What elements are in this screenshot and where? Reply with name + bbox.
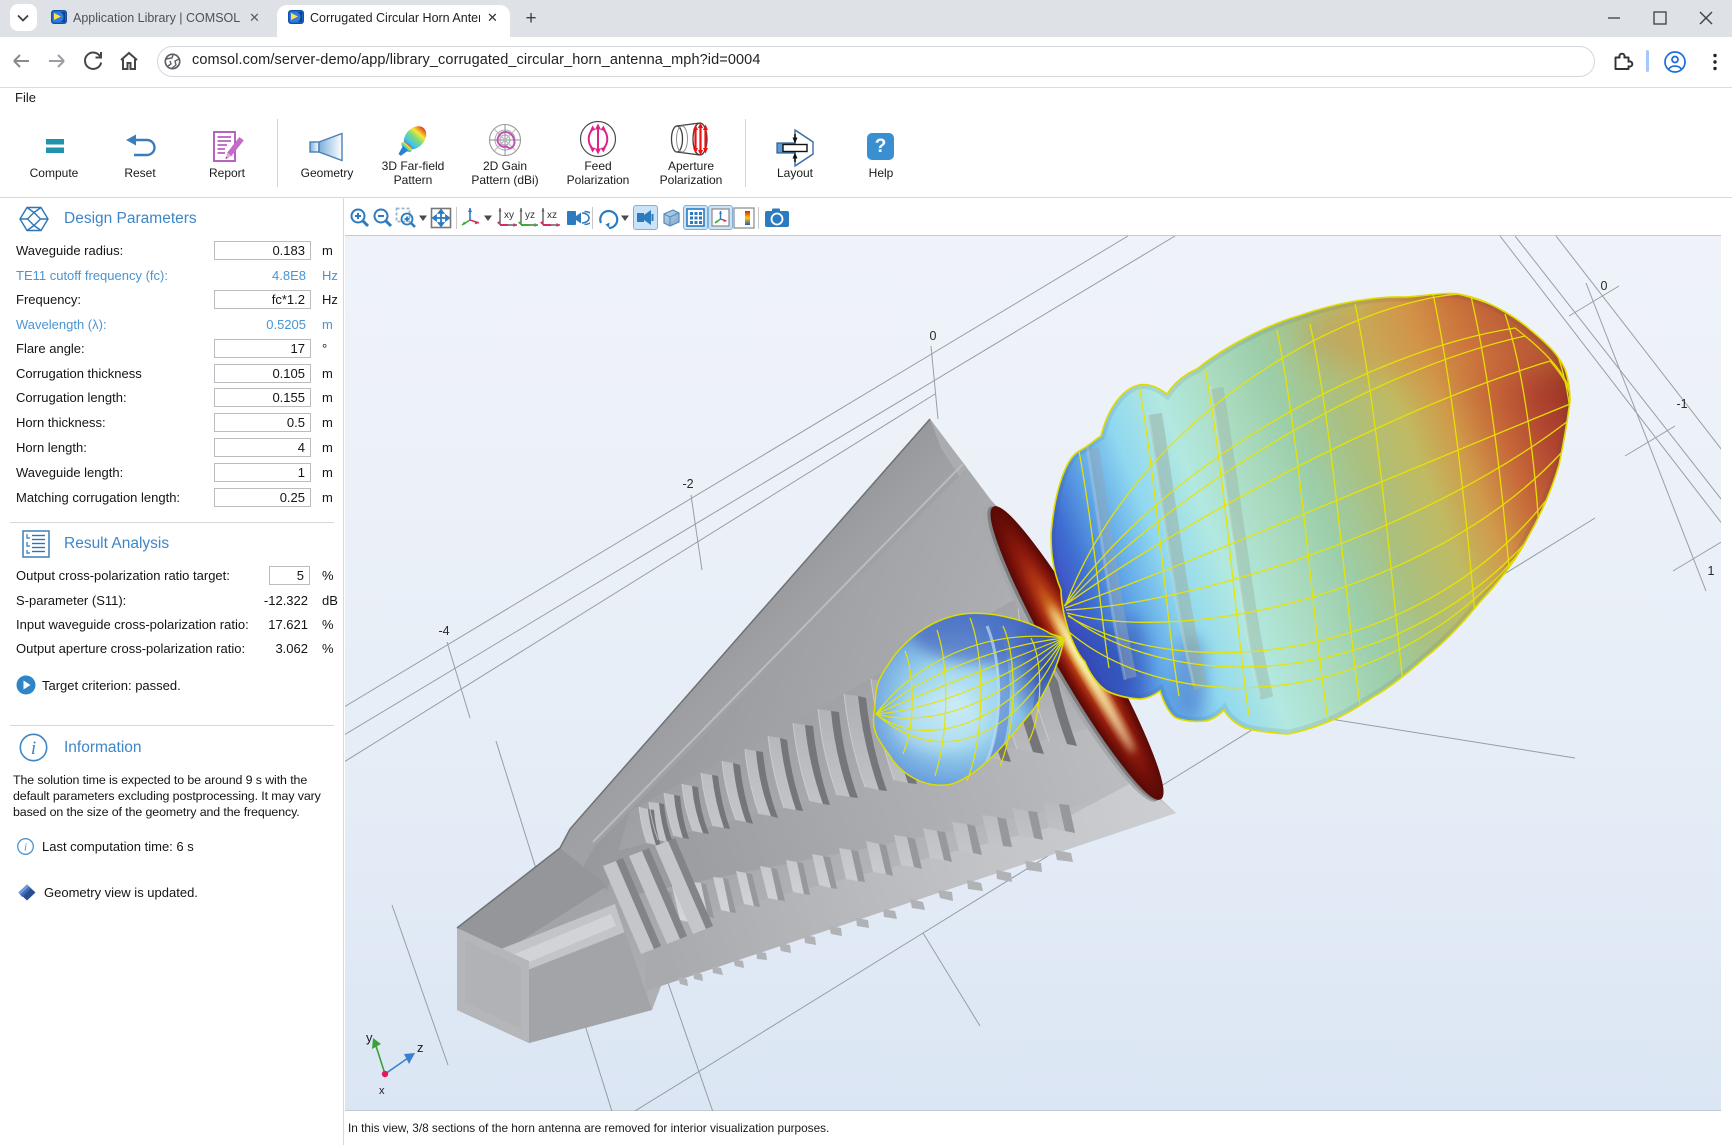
svg-text:z: z <box>417 1040 424 1055</box>
svg-text:yz: yz <box>525 210 535 221</box>
svg-text:1: 1 <box>1708 564 1715 578</box>
svg-text:i: i <box>24 842 27 854</box>
svg-text:i: i <box>31 738 36 759</box>
svg-text:x: x <box>379 1085 385 1097</box>
svg-text:-4: -4 <box>438 624 449 638</box>
svg-text:-2: -2 <box>682 477 693 491</box>
svg-text:xz: xz <box>547 210 557 221</box>
svg-text:y: y <box>366 1030 373 1045</box>
svg-text:0: 0 <box>1601 279 1608 293</box>
svg-text:-1: -1 <box>1676 397 1687 411</box>
svg-text:0: 0 <box>930 329 937 343</box>
svg-text:xy: xy <box>504 210 514 221</box>
